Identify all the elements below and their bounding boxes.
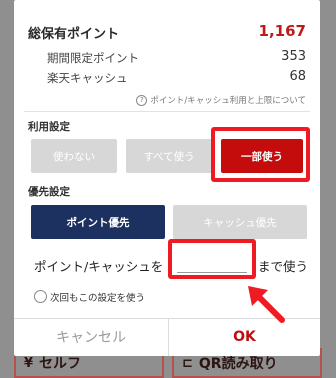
self-button-label: セルフ	[39, 356, 82, 372]
amount-suffix-label: まで使う	[258, 259, 309, 274]
amount-prefix-label: ポイント/キャッシュを	[34, 259, 164, 274]
remember-setting-radio[interactable]	[34, 290, 47, 303]
rakuten-cash-label: 楽天キャッシュ	[47, 71, 128, 85]
usage-setting-title: 利用設定	[28, 121, 70, 133]
total-points-value: 1,167	[258, 22, 306, 40]
limited-points-value: 353	[281, 49, 306, 64]
pointer-arrow-icon	[248, 286, 285, 323]
question-circle-icon: ?	[136, 94, 148, 106]
highlight-frame	[211, 127, 310, 182]
divider	[24, 111, 310, 112]
help-link[interactable]: ? ポイント/キャッシュ利用と上限について	[136, 94, 306, 106]
priority-cash-button[interactable]: キャッシュ優先	[173, 205, 307, 239]
usage-none-button[interactable]: 使わない	[31, 139, 117, 173]
point-settings-modal: 総保有ポイント 1,167 期間限定ポイント 353 楽天キャッシュ 68 ? …	[14, 0, 320, 356]
priority-setting-title: 優先設定	[28, 186, 70, 198]
cancel-button[interactable]: キャンセル	[14, 318, 168, 356]
limited-points-label: 期間限定ポイント	[47, 51, 139, 65]
qr-icon: ⊏	[182, 355, 193, 371]
usage-all-button[interactable]: すべて使う	[126, 139, 212, 173]
remember-setting-label: 次回もこの設定を使う	[50, 293, 146, 304]
total-points-label: 総保有ポイント	[28, 27, 120, 42]
priority-points-button[interactable]: ポイント優先	[31, 205, 165, 239]
qr-scan-label: QR読み取り	[198, 356, 278, 372]
rakuten-cash-value: 68	[289, 69, 306, 84]
highlight-frame	[168, 239, 256, 279]
help-link-text: ポイント/キャッシュ利用と上限について	[150, 96, 306, 106]
yen-icon: ¥	[24, 355, 34, 371]
